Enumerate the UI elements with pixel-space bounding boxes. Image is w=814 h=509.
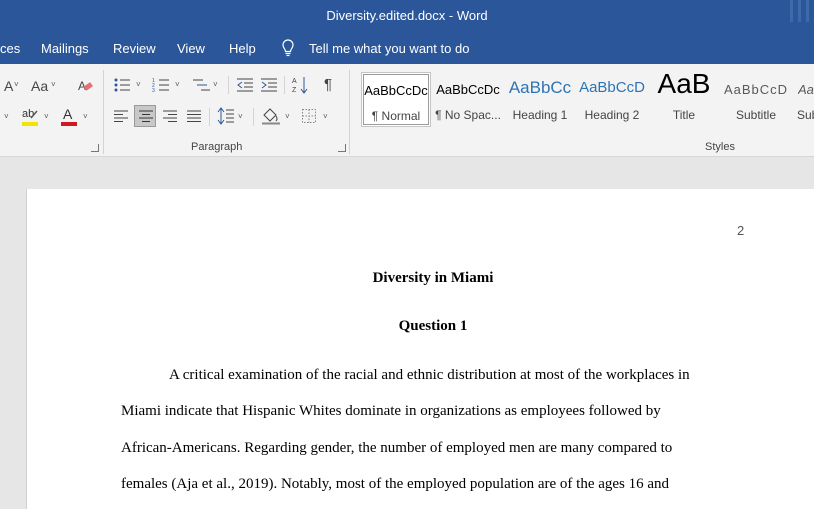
paragraph-line: females (Aja et al., 2019). Notably, mos… xyxy=(121,476,670,492)
paragraph-dialog-launcher-icon[interactable] xyxy=(338,144,346,152)
svg-text:3: 3 xyxy=(152,88,155,93)
show-formatting-marks-icon[interactable]: ¶ xyxy=(324,77,332,93)
question-heading: Question 1 xyxy=(398,318,468,334)
shading-icon[interactable] xyxy=(261,107,281,125)
style-subtle-emphasis[interactable]: Aa Sub xyxy=(794,72,814,127)
style-name: ¶ No Spac... xyxy=(435,108,501,122)
tell-me-search[interactable]: Tell me what you want to do xyxy=(309,41,469,56)
bullets-icon[interactable] xyxy=(113,77,131,93)
chevron-down-icon: ˅ xyxy=(175,80,180,89)
highlight-color-swatch xyxy=(22,122,38,126)
style-name: Subtitle xyxy=(735,108,777,122)
title-bar-decoration xyxy=(786,0,814,22)
text-highlight-icon[interactable]: ab xyxy=(20,106,40,128)
style-preview: AaBbCcDc xyxy=(436,82,500,97)
increase-indent-icon[interactable] xyxy=(260,77,278,93)
chevron-down-icon: ˅ xyxy=(4,112,9,121)
chevron-down-icon: ˅ xyxy=(14,80,19,89)
font-color-swatch xyxy=(61,122,77,126)
style-name: Heading 1 xyxy=(512,108,568,122)
style-no-spacing[interactable]: AaBbCcDc ¶ No Spac... xyxy=(434,72,502,127)
style-title[interactable]: AaB Title xyxy=(650,68,718,127)
sort-icon[interactable]: A Z xyxy=(291,75,309,95)
chevron-down-icon: ˅ xyxy=(51,80,56,89)
chevron-down-icon: ˅ xyxy=(285,112,290,121)
borders-icon[interactable] xyxy=(301,108,317,124)
style-normal[interactable]: AaBbCcDc ¶ Normal xyxy=(361,72,431,127)
svg-text:ab: ab xyxy=(22,108,34,120)
style-heading-1[interactable]: AaBbCc Heading 1 xyxy=(506,72,574,127)
styles-group-label: Styles xyxy=(705,141,735,153)
chevron-down-icon: ˅ xyxy=(323,112,328,121)
window-title: Diversity.edited.docx - Word xyxy=(326,8,488,23)
font-dialog-launcher-icon[interactable] xyxy=(91,144,99,152)
style-preview: AaBbCcD xyxy=(723,82,789,97)
chevron-down-icon: ˅ xyxy=(136,80,141,89)
tab-mailings[interactable]: Mailings xyxy=(41,41,89,56)
tab-help[interactable]: Help xyxy=(229,41,256,56)
paragraph-line: Miami indicate that Hispanic Whites domi… xyxy=(121,403,661,419)
divider xyxy=(228,76,229,94)
decrease-indent-icon[interactable] xyxy=(236,77,254,93)
style-preview: AaB xyxy=(657,68,711,99)
tab-review[interactable]: Review xyxy=(113,41,156,56)
ribbon-tabs: ces Mailings Review View Help Tell me wh… xyxy=(0,32,814,64)
justify-icon[interactable] xyxy=(186,109,202,123)
style-name: ¶ Normal xyxy=(371,109,421,123)
group-separator xyxy=(103,70,104,154)
divider xyxy=(253,108,254,126)
document-title: Diversity in Miami xyxy=(372,270,494,286)
chevron-down-icon: ˅ xyxy=(238,112,243,121)
chevron-down-icon: ˅ xyxy=(213,80,218,89)
align-center-icon xyxy=(139,110,153,122)
svg-text:A: A xyxy=(63,106,73,122)
numbering-icon[interactable]: 1 2 3 xyxy=(152,77,170,93)
style-subtitle[interactable]: AaBbCcD Subtitle xyxy=(722,72,790,127)
style-name: Title xyxy=(672,108,696,122)
multilevel-list-icon[interactable] xyxy=(191,77,211,93)
chevron-down-icon: ˅ xyxy=(44,112,49,121)
paragraph-group-label: Paragraph xyxy=(191,141,243,153)
svg-text:Z: Z xyxy=(292,87,297,94)
shrink-font-icon[interactable]: A xyxy=(4,78,13,94)
align-left-icon[interactable] xyxy=(113,109,129,123)
document-page[interactable] xyxy=(26,189,814,509)
clear-formatting-icon[interactable]: A xyxy=(77,78,93,94)
style-name: Sub xyxy=(797,108,814,122)
group-separator xyxy=(349,70,350,154)
chevron-down-icon: ˅ xyxy=(83,112,88,121)
change-case-icon[interactable]: Aa xyxy=(31,78,48,94)
style-preview: AaBbCcD xyxy=(579,79,645,96)
svg-text:A: A xyxy=(292,78,297,85)
style-preview: AaBbCcDc xyxy=(364,83,428,98)
style-heading-2[interactable]: AaBbCcD Heading 2 xyxy=(578,72,646,127)
align-right-icon[interactable] xyxy=(162,109,178,123)
style-name: Heading 2 xyxy=(584,108,640,122)
divider xyxy=(209,108,210,126)
line-spacing-icon[interactable] xyxy=(217,107,235,125)
title-bar: Diversity.edited.docx - Word xyxy=(0,0,814,32)
align-center-button[interactable] xyxy=(134,105,156,127)
font-color-icon[interactable]: A xyxy=(60,106,78,128)
lightbulb-icon xyxy=(282,39,294,57)
ribbon: A ˅ Aa ˅ A ˅ ab ˅ A ˅ ˅ 1 2 3 ˅ ˅ A Z ¶ … xyxy=(0,64,814,157)
paragraph-line: African-Americans. Regarding gender, the… xyxy=(121,440,673,456)
tab-view[interactable]: View xyxy=(177,41,205,56)
style-preview: AaBbCc xyxy=(508,78,572,97)
tab-references[interactable]: ces xyxy=(0,41,20,56)
page-number: 2 xyxy=(737,223,745,238)
divider xyxy=(284,76,285,94)
style-preview: Aa xyxy=(798,82,814,97)
paragraph-line: A critical examination of the racial and… xyxy=(169,367,690,383)
